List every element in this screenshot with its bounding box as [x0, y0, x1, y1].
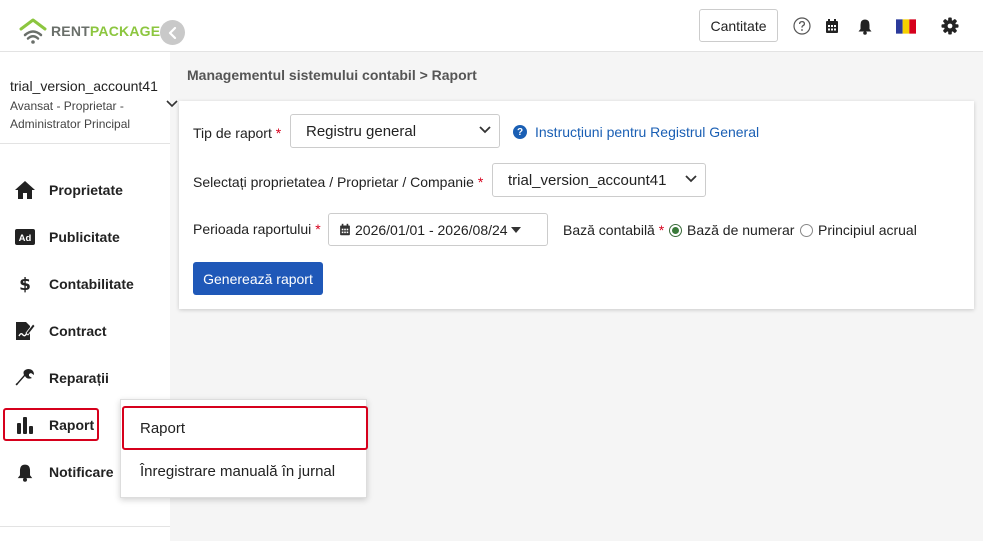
account-role: Avansat - Proprietar - Administrator Pri…: [10, 97, 170, 133]
svg-text:Ad: Ad: [19, 233, 32, 244]
sidebar-item-reparatii[interactable]: Reparații: [0, 358, 170, 398]
account-role-line1: Avansat - Proprietar -: [10, 99, 124, 113]
required-mark: *: [275, 125, 282, 141]
caret-down-icon: [510, 226, 521, 233]
report-form-card: Tip de raport * Registru general ? Instr…: [179, 101, 974, 309]
account-role-line2: Administrator Principal: [10, 117, 131, 131]
help-button[interactable]: [792, 16, 812, 36]
report-type-select[interactable]: Registru general: [290, 114, 500, 148]
question-icon: ?: [513, 125, 527, 139]
quantity-button[interactable]: Cantitate: [699, 9, 778, 42]
sidebar-divider: [0, 143, 170, 144]
gear-icon: [941, 17, 959, 35]
chevron-down-icon: [479, 126, 491, 134]
logo-text-rent: RENT: [51, 23, 90, 39]
wrench-icon: [14, 367, 36, 389]
property-label: Selectați proprietatea / Proprietar / Co…: [193, 174, 483, 190]
radio-button-selected[interactable]: [669, 223, 682, 237]
period-label-text: Perioada raportului: [193, 221, 312, 237]
chevron-down-icon: [685, 175, 697, 183]
sidebar-item-contabilitate[interactable]: $ Contabilitate: [0, 264, 170, 304]
property-value: trial_version_account41: [508, 171, 667, 189]
sidebar-item-label: Notificare: [49, 464, 114, 480]
bell-icon: [14, 461, 36, 483]
accounting-basis-label-text: Bază contabilă: [563, 222, 655, 238]
sidebar-item-contract[interactable]: Contract: [0, 311, 170, 351]
report-type-label-text: Tip de raport: [193, 125, 272, 141]
radio-accrual-basis[interactable]: Principiul acrual: [800, 222, 917, 238]
account-switcher[interactable]: trial_version_account41 Avansat - Propri…: [10, 78, 170, 133]
chevron-left-icon: [168, 26, 176, 39]
ad-icon: Ad: [14, 226, 36, 248]
radio-accrual-basis-label: Principiul acrual: [818, 222, 917, 238]
chevron-down-icon[interactable]: [166, 100, 178, 108]
period-label: Perioada raportului *: [193, 221, 321, 237]
top-bar: RENTPACKAGE Cantitate: [0, 0, 983, 52]
property-label-text: Selectați proprietatea / Proprietar / Co…: [193, 174, 474, 190]
language-button[interactable]: [896, 16, 916, 36]
radio-button[interactable]: [800, 223, 813, 237]
calendar-icon: [340, 223, 350, 236]
radio-cash-basis[interactable]: Bază de numerar: [669, 222, 794, 238]
calendar-icon: [826, 19, 838, 33]
report-submenu: Raport Înregistrare manuală în jurnal: [120, 399, 368, 498]
romania-flag-icon: [896, 18, 916, 34]
date-range-picker[interactable]: 2026/01/01 - 2026/08/24: [328, 213, 548, 246]
submenu-raport-highlight-box: [122, 406, 368, 450]
dollar-icon: $: [14, 273, 36, 295]
wifi-home-icon: [19, 18, 47, 44]
breadcrumb: Managementul sistemului contabil > Rapor…: [187, 67, 477, 83]
report-type-value: Registru general: [306, 122, 417, 140]
report-type-label: Tip de raport *: [193, 125, 281, 141]
required-mark: *: [658, 222, 665, 238]
account-name: trial_version_account41: [10, 78, 158, 94]
sidebar-item-label: Publicitate: [49, 229, 120, 245]
sidebar-divider: [0, 526, 170, 527]
settings-button[interactable]: [940, 16, 960, 36]
required-mark: *: [315, 221, 321, 237]
raport-highlight-box: [3, 408, 99, 441]
generate-report-button[interactable]: Generează raport: [193, 262, 323, 295]
logo-text-package: PACKAGE: [89, 23, 161, 39]
logo[interactable]: RENTPACKAGE: [18, 18, 160, 44]
svg-text:$: $: [19, 275, 31, 294]
sidebar-item-publicitate[interactable]: Ad Publicitate: [0, 217, 170, 257]
sidebar-item-label: Proprietate: [49, 182, 123, 198]
help-link-text: Instrucțiuni pentru Registrul General: [535, 124, 760, 140]
calendar-button[interactable]: [822, 16, 842, 36]
property-select[interactable]: trial_version_account41: [492, 163, 706, 197]
required-mark: *: [477, 174, 484, 190]
sidebar-item-proprietate[interactable]: Proprietate: [0, 170, 170, 210]
notifications-button[interactable]: [855, 16, 875, 36]
submenu-item-manual-journal-entry[interactable]: Înregistrare manuală în jurnal: [121, 452, 368, 490]
sidebar-item-label: Reparații: [49, 370, 109, 386]
bell-icon: [858, 19, 872, 35]
question-circle-icon: [793, 17, 811, 35]
sidebar-item-label: Contabilitate: [49, 276, 134, 292]
general-ledger-help-link[interactable]: ? Instrucțiuni pentru Registrul General: [513, 124, 759, 140]
sidebar-item-label: Contract: [49, 323, 107, 339]
contract-icon: [14, 320, 36, 342]
home-icon: [14, 179, 36, 201]
radio-cash-basis-label: Bază de numerar: [687, 222, 795, 238]
collapse-sidebar-button[interactable]: [160, 20, 185, 45]
date-range-value: 2026/01/01 - 2026/08/24: [355, 221, 508, 238]
accounting-basis-label: Bază contabilă *: [563, 222, 664, 238]
